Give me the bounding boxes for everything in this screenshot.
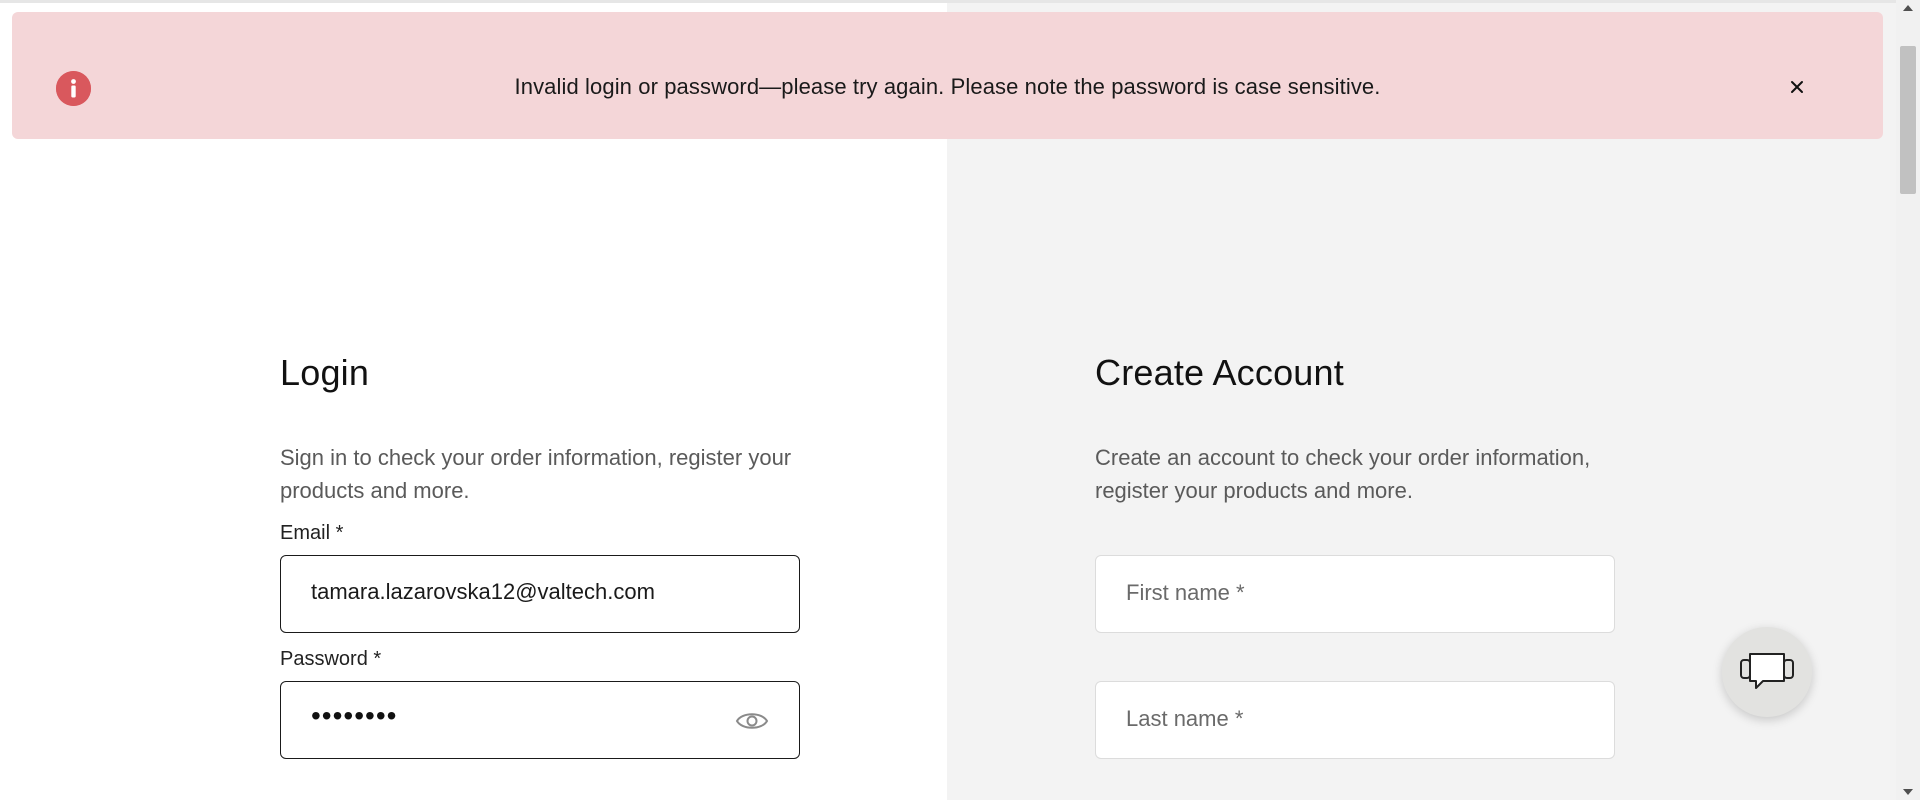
- last-name-field[interactable]: Last name *: [1095, 681, 1615, 759]
- login-description: Sign in to check your order information,…: [280, 445, 792, 503]
- email-field[interactable]: tamara.lazarovska12@valtech.com: [280, 555, 800, 633]
- top-divider: [0, 0, 1896, 3]
- chat-icon: [1739, 647, 1795, 698]
- scroll-up-arrow-icon[interactable]: [1896, 0, 1920, 16]
- scrollbar-thumb[interactable]: [1900, 46, 1916, 194]
- create-account-description: Create an account to check your order in…: [1095, 445, 1591, 503]
- password-field[interactable]: ••••••••: [280, 681, 800, 759]
- last-name-placeholder: Last name *: [1126, 706, 1244, 731]
- create-account-title: Create Account: [1095, 352, 1344, 393]
- alert-message: Invalid login or password—please try aga…: [514, 74, 1381, 99]
- chat-button[interactable]: [1722, 627, 1812, 717]
- close-icon[interactable]: [1786, 76, 1808, 98]
- first-name-placeholder: First name *: [1126, 580, 1245, 605]
- scroll-down-arrow-icon[interactable]: [1896, 784, 1920, 800]
- page: Login Sign in to check your order inform…: [0, 0, 1896, 800]
- email-label: Email *: [280, 522, 344, 544]
- password-value: ••••••••: [311, 700, 398, 731]
- vertical-scrollbar[interactable]: [1896, 0, 1920, 800]
- first-name-field[interactable]: First name *: [1095, 555, 1615, 633]
- error-alert: Invalid login or password—please try aga…: [12, 12, 1883, 139]
- eye-icon[interactable]: [735, 706, 769, 736]
- password-label: Password *: [280, 648, 382, 670]
- email-value: tamara.lazarovska12@valtech.com: [311, 579, 655, 604]
- login-title: Login: [280, 352, 370, 393]
